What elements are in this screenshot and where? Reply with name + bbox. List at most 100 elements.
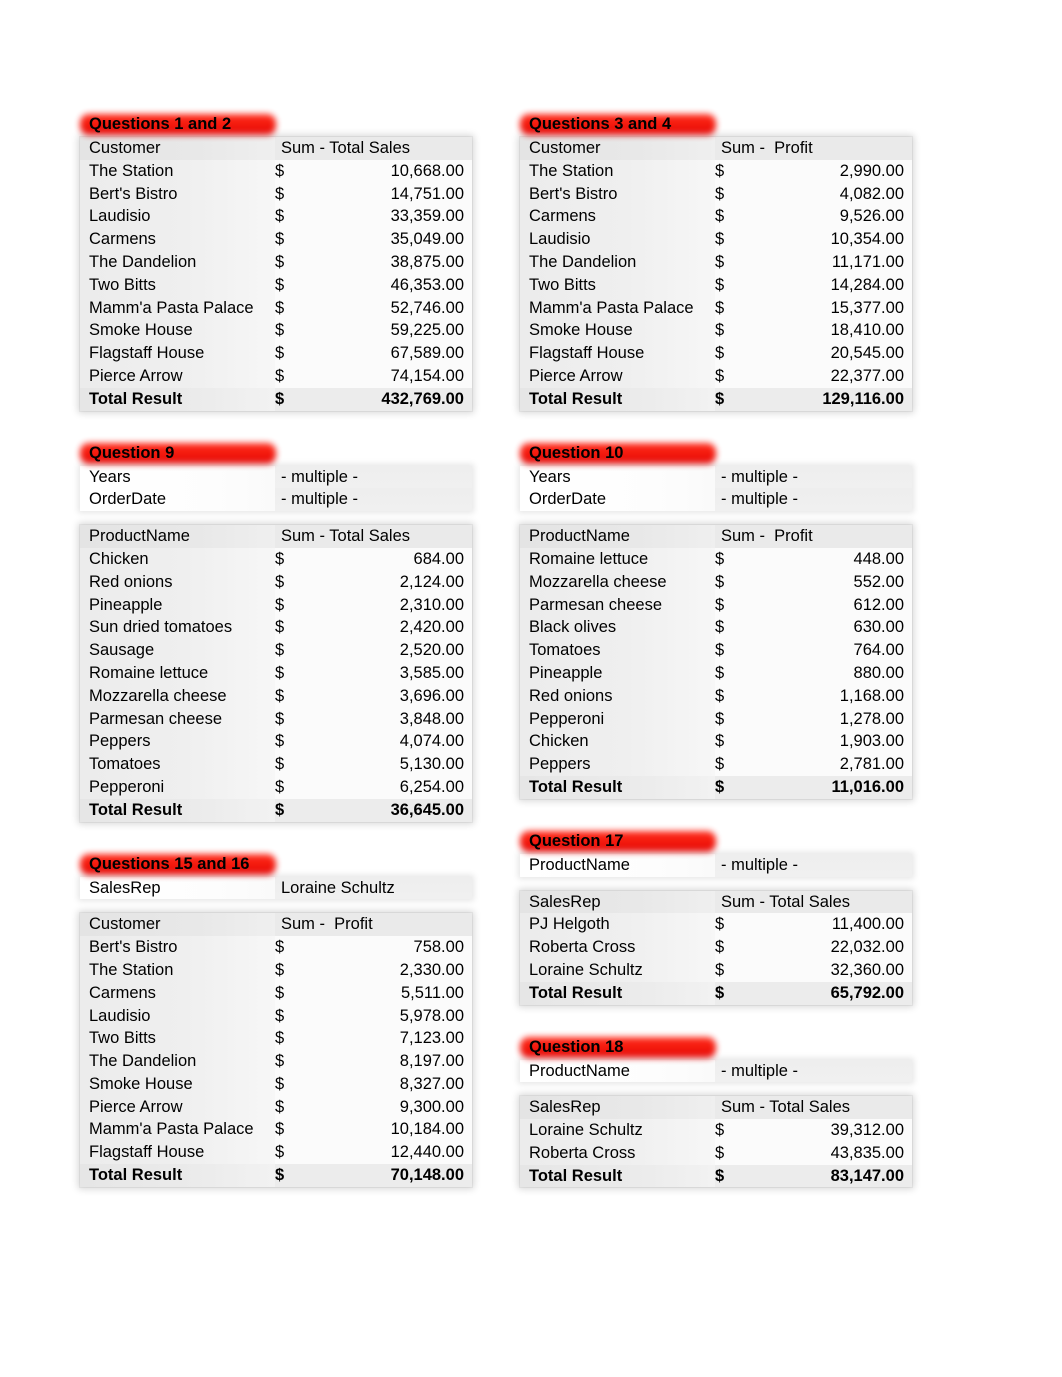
question-title: Question 17	[520, 829, 912, 854]
table-row: Flagstaff House $67,589.00	[80, 342, 472, 365]
filter-field-label: OrderDate	[520, 488, 715, 512]
column-header-value[interactable]: Sum - Total Sales	[715, 890, 912, 914]
column-header-value[interactable]: Sum - Profit	[275, 913, 472, 937]
row-value: 612.00	[741, 593, 912, 617]
total-label: Total Result	[80, 387, 275, 411]
row-value: 2,124.00	[301, 570, 472, 594]
currency-symbol: $	[275, 296, 301, 320]
row-value: 8,327.00	[301, 1072, 472, 1096]
filter-value[interactable]: - multiple -	[715, 853, 912, 877]
currency-symbol: $	[715, 570, 741, 594]
column-header-label[interactable]: Customer	[80, 137, 275, 160]
row-label: Pepperoni	[80, 775, 275, 799]
table-header-row: Customer Sum - Profit	[80, 913, 472, 937]
row-value: 764.00	[741, 639, 912, 662]
currency-symbol: $	[715, 730, 741, 754]
row-label: Carmens	[520, 205, 715, 229]
row-value: 2,781.00	[741, 753, 912, 776]
table-total-row: Total Result $36,645.00	[80, 798, 472, 822]
filter-field-label: OrderDate	[80, 488, 275, 512]
table-row: Laudisio $5,978.00	[80, 1004, 472, 1028]
column-header-label[interactable]: ProductName	[520, 525, 715, 548]
question-title-label: Questions 1 and 2	[89, 115, 232, 133]
filter-value[interactable]: - multiple -	[275, 465, 472, 489]
column-header-label[interactable]: ProductName	[80, 525, 275, 548]
column-header-value[interactable]: Sum - Total Sales	[275, 525, 472, 548]
table-row: Mamm'a Pasta Palace $52,746.00	[80, 296, 472, 320]
currency-symbol: $	[275, 639, 301, 662]
table-row: Mozzarella cheese $552.00	[520, 570, 912, 594]
row-label: Two Bitts	[80, 273, 275, 297]
row-value: 5,978.00	[301, 1004, 472, 1028]
row-label: Bert's Bistro	[520, 182, 715, 206]
currency-symbol: $	[715, 684, 741, 708]
currency-symbol: $	[715, 205, 741, 229]
filter-value[interactable]: - multiple -	[715, 488, 912, 512]
row-label: Peppers	[520, 753, 715, 776]
row-value: 5,511.00	[301, 981, 472, 1005]
row-value: 448.00	[741, 547, 912, 571]
column-header-label[interactable]: SalesRep	[520, 1096, 715, 1120]
table-row: Two Bitts $7,123.00	[80, 1027, 472, 1051]
filter-field-label: Years	[80, 465, 275, 489]
row-value: 33,359.00	[301, 205, 472, 229]
question-title: Question 9	[80, 441, 472, 466]
row-label: Romaine lettuce	[80, 661, 275, 685]
column-header-value[interactable]: Sum - Total Sales	[715, 1096, 912, 1120]
row-value: 43,835.00	[741, 1141, 912, 1165]
table-row: Two Bitts $46,353.00	[80, 273, 472, 297]
column-header-value[interactable]: Sum - Total Sales	[275, 137, 472, 160]
filter-row[interactable]: OrderDate - multiple -	[80, 488, 472, 512]
row-label: Black olives	[520, 616, 715, 640]
row-label: The Station	[80, 159, 275, 183]
filter-value[interactable]: - multiple -	[715, 465, 912, 489]
report-section: Questions 1 and 2 Customer Sum - Total Sal…	[80, 112, 472, 411]
currency-symbol: $	[715, 1119, 741, 1142]
table-row: Peppers $4,074.00	[80, 730, 472, 754]
row-value: 18,410.00	[741, 319, 912, 343]
filter-value[interactable]: - multiple -	[275, 488, 472, 512]
column-header-label[interactable]: Customer	[80, 913, 275, 937]
row-label: Flagstaff House	[80, 1141, 275, 1165]
currency-symbol: $	[275, 182, 301, 206]
table-row: Smoke House $59,225.00	[80, 319, 472, 343]
filter-row[interactable]: OrderDate - multiple -	[520, 488, 912, 512]
question-title-label: Question 10	[529, 443, 624, 462]
question-title: Question 18	[520, 1035, 912, 1060]
total-value: 65,792.00	[741, 981, 912, 1005]
currency-symbol: $	[715, 1141, 741, 1165]
filter-field-label: ProductName	[520, 1059, 715, 1083]
row-value: 14,284.00	[741, 273, 912, 297]
table-row: Peppers $2,781.00	[520, 753, 912, 776]
row-label: Peppers	[80, 730, 275, 754]
row-label: Mamm'a Pasta Palace	[80, 296, 275, 320]
row-label: Smoke House	[80, 319, 275, 343]
currency-symbol: $	[275, 159, 301, 183]
row-label: The Dandelion	[80, 1050, 275, 1073]
filter-row[interactable]: Years - multiple -	[520, 465, 912, 489]
row-label: Pepperoni	[520, 707, 715, 731]
filter-value[interactable]: - multiple -	[715, 1059, 912, 1083]
filter-panel: ProductName - multiple -	[520, 853, 912, 877]
filter-row[interactable]: ProductName - multiple -	[520, 1059, 912, 1083]
row-value: 8,197.00	[301, 1050, 472, 1073]
column-header-value[interactable]: Sum - Profit	[715, 525, 912, 548]
filter-row[interactable]: ProductName - multiple -	[520, 853, 912, 877]
row-label: Two Bitts	[80, 1027, 275, 1051]
row-label: Bert's Bistro	[80, 182, 275, 206]
row-value: 552.00	[741, 570, 912, 594]
filter-field-label: SalesRep	[80, 876, 275, 900]
filter-row[interactable]: SalesRep Loraine Schultz	[80, 876, 472, 900]
table-row: The Station $2,330.00	[80, 958, 472, 982]
row-label: The Station	[520, 159, 715, 183]
row-label: Red onions	[520, 684, 715, 708]
table-row: The Station $10,668.00	[80, 159, 472, 183]
table-row: Laudisio $10,354.00	[520, 228, 912, 251]
filter-row[interactable]: Years - multiple -	[80, 465, 472, 489]
filter-value[interactable]: Loraine Schultz	[275, 876, 472, 900]
column-header-label[interactable]: Customer	[520, 137, 715, 160]
column-header-label[interactable]: SalesRep	[520, 890, 715, 914]
column-header-value[interactable]: Sum - Profit	[715, 137, 912, 160]
